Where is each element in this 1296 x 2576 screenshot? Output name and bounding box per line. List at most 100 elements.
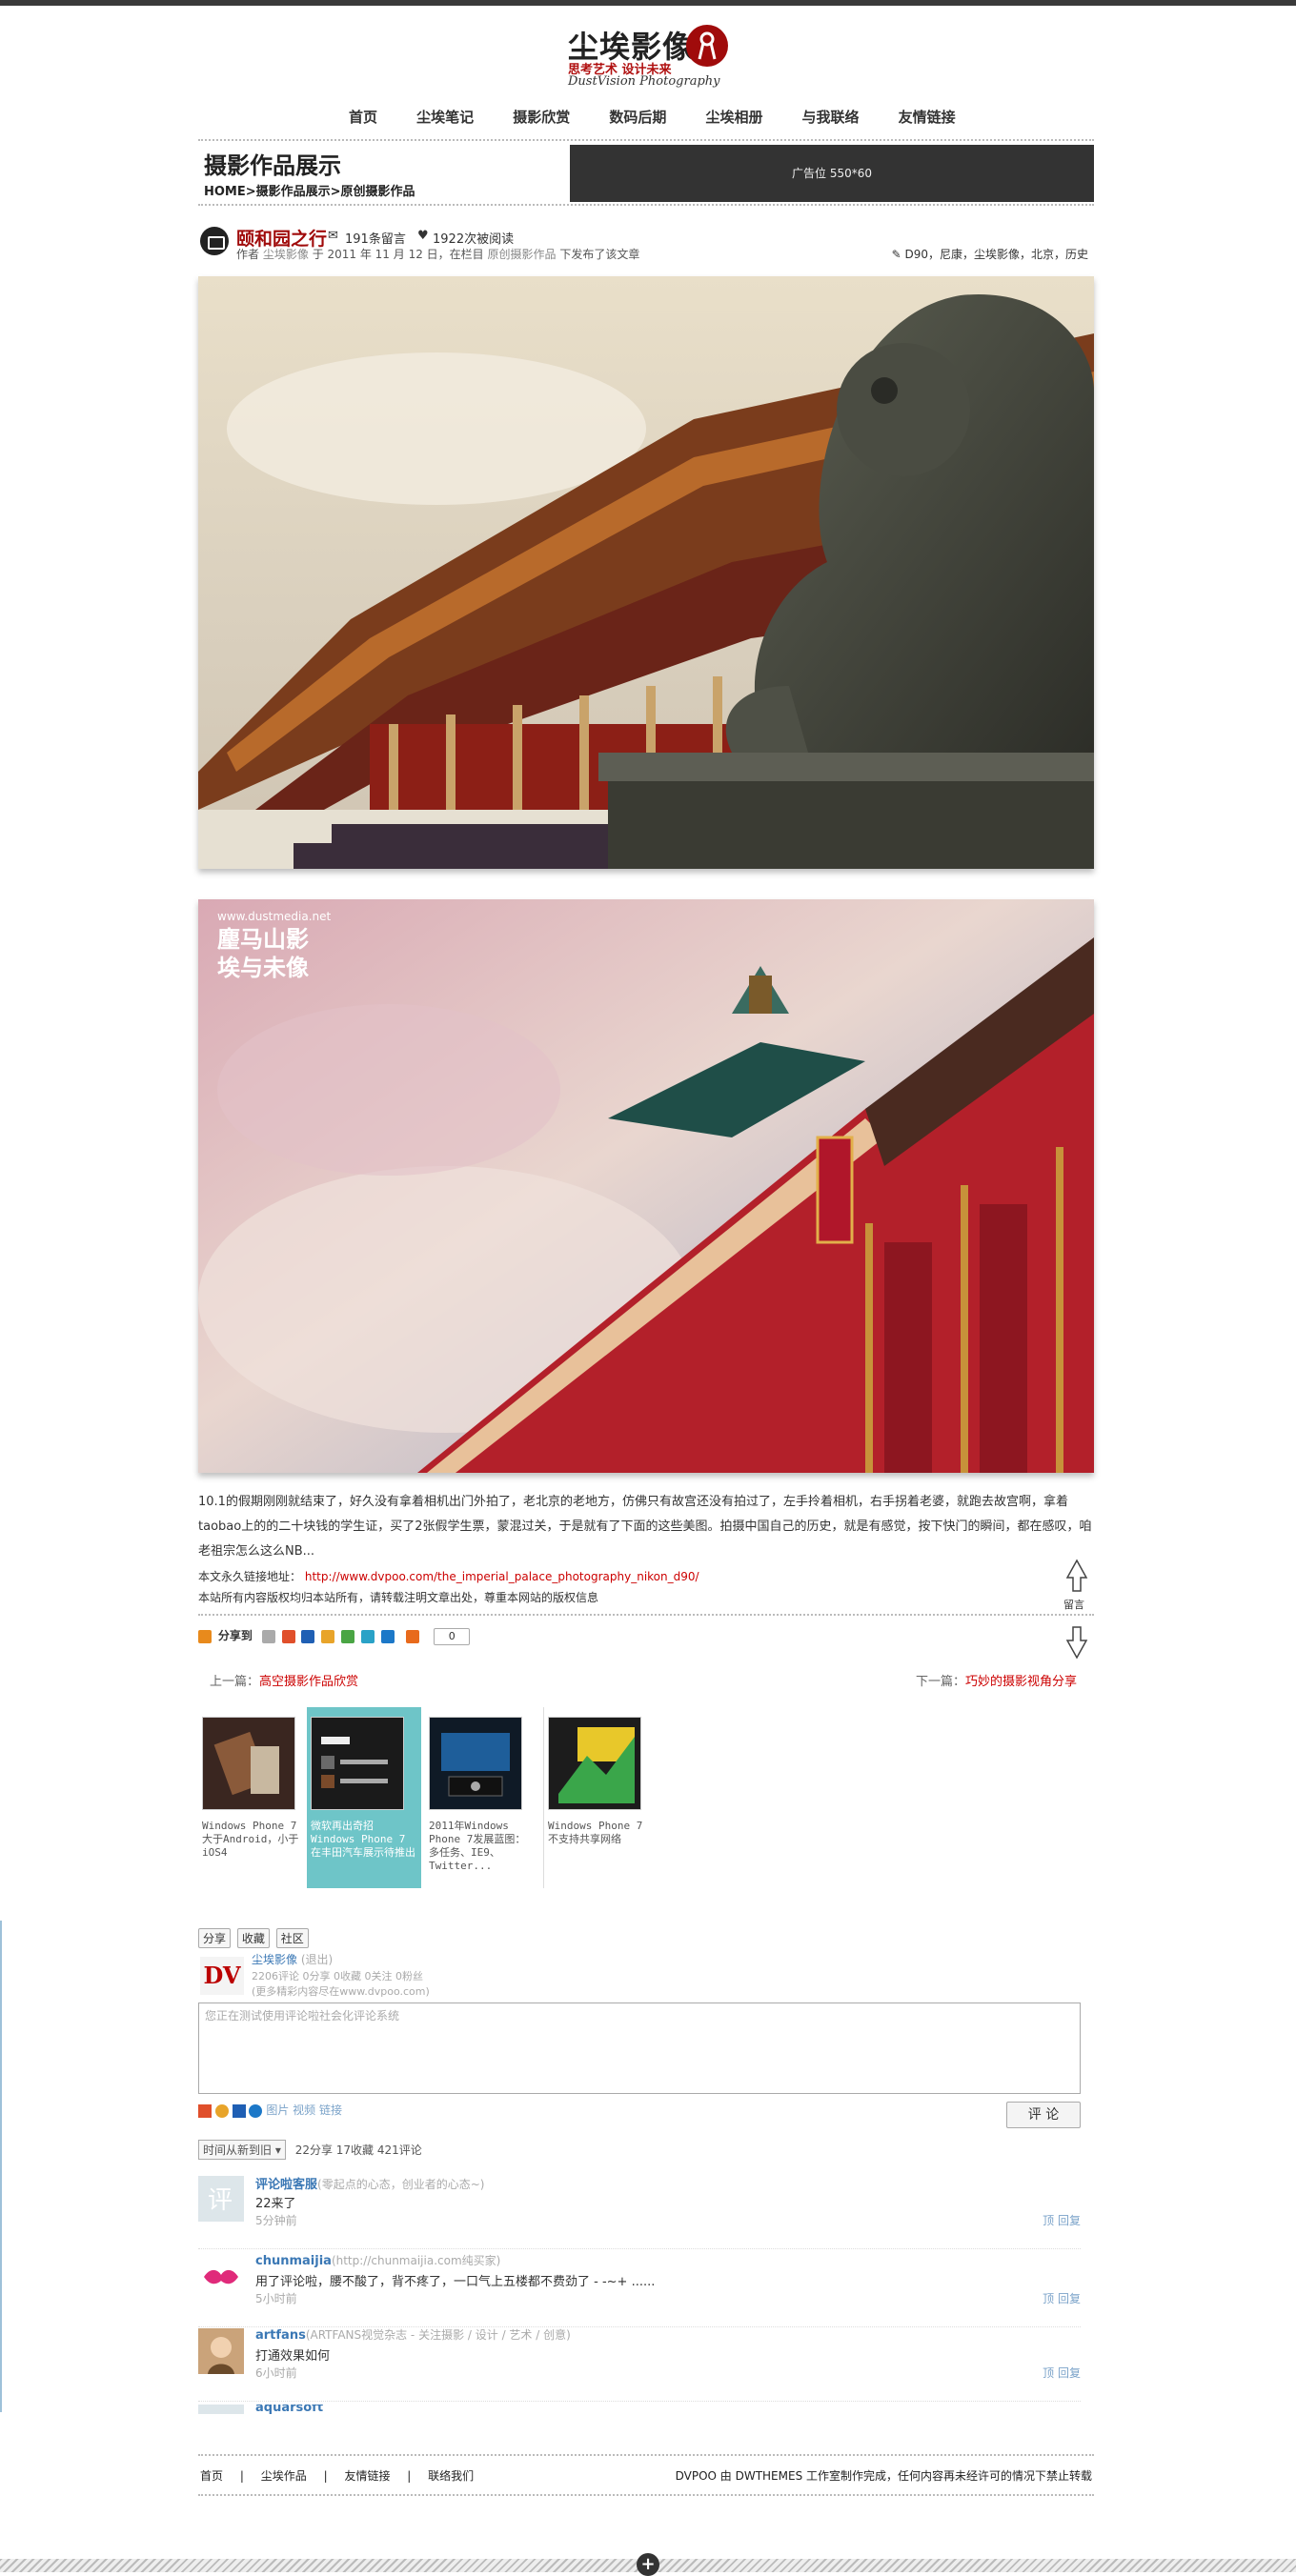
next-post[interactable]: 下一篇：巧妙的摄影视角分享 [916, 1671, 1077, 1689]
share-count: 0 [434, 1627, 471, 1645]
watermark-url: www.dustmedia.net [217, 910, 332, 923]
related-item[interactable]: Windows Phone 7 不支持共享网络 [543, 1707, 658, 1888]
douban-icon[interactable] [340, 1629, 354, 1643]
related-item[interactable]: Windows Phone 7 大于Android，小于iOS4 [198, 1707, 313, 1888]
related-posts: Windows Phone 7 大于Android，小于iOS4 微软再出奇招 … [198, 1707, 1094, 1888]
baidu-icon[interactable] [249, 2103, 263, 2118]
favorite-button[interactable]: 收藏 [236, 1928, 270, 1948]
comment-summary: 22分享 17收藏 421评论 [294, 2143, 422, 2157]
comment-author[interactable]: 评论啦客服(零起点的心态，创业者的心态~) [255, 2174, 484, 2192]
avatar[interactable] [198, 2405, 244, 2414]
rss-icon[interactable] [198, 1629, 212, 1643]
author-tagline: (零起点的心态，创业者的心态~) [317, 2178, 485, 2191]
ad-banner[interactable]: 广告位 550*60 [570, 145, 1094, 202]
user-stats: 2206评论 0分享 0收藏 0关注 0粉丝 [252, 1970, 423, 1982]
comment-count[interactable]: 191条留言 [345, 229, 406, 247]
renren-icon[interactable] [232, 2103, 246, 2118]
sort-select[interactable]: 时间从新到旧 ▾ [198, 2140, 286, 2160]
nav-contact[interactable]: 与我联络 [802, 107, 860, 127]
renren-icon[interactable] [301, 1629, 315, 1643]
nav-links[interactable]: 友情链接 [899, 107, 956, 127]
divider [198, 1614, 1094, 1616]
author-name[interactable]: aquarsoft [255, 2405, 323, 2414]
avatar[interactable]: DV [200, 1957, 244, 1995]
related-thumb [202, 1717, 295, 1810]
expand-plus-icon[interactable]: + [637, 2553, 659, 2576]
weibo-icon[interactable] [281, 1629, 295, 1643]
comment-item: 评 评论啦客服(零起点的心态，创业者的心态~) 22来了 5分钟前 顶 回复 [198, 2176, 1081, 2249]
divider [198, 139, 1094, 141]
sort-bar: 时间从新到旧 ▾ 22分享 17收藏 421评论 [198, 2140, 422, 2160]
heart-icon: ♥ [417, 229, 429, 243]
nav-notes[interactable]: 尘埃笔记 [416, 107, 474, 127]
author-name[interactable]: chunmaijia [255, 2254, 332, 2268]
comment-actions[interactable]: 顶 回复 [1043, 2290, 1081, 2306]
related-caption: Windows Phone 7 不支持共享网络 [548, 1820, 643, 1845]
prev-post[interactable]: 上一篇：高空摄影作品欣赏 [210, 1671, 358, 1689]
tag-list[interactable]: D90，尼康，尘埃影像，北京，历史 [904, 248, 1088, 261]
comment-input[interactable]: 您正在测试使用评论啦社会化评论系统 [198, 2002, 1081, 2094]
breadcrumb[interactable]: HOME>摄影作品展示>原创摄影作品 [204, 181, 415, 199]
share-button[interactable]: 分享 [198, 1928, 232, 1948]
related-item-active[interactable]: 微软再出奇招 Windows Phone 7 在丰田汽车展示待推出 [307, 1707, 421, 1888]
comment-author[interactable]: aquarsoft [255, 2405, 323, 2414]
related-thumb [429, 1717, 522, 1810]
attach-links[interactable]: 图片 视频 链接 [266, 2103, 342, 2117]
post-date: 于 2011 年 11 月 12 日，在栏目 [312, 248, 484, 261]
kaixin-icon[interactable] [321, 1629, 335, 1643]
article-body: 10.1的假期刚刚就结束了，好久没有拿着相机出门外拍了，老北京的老地方，仿佛只有… [198, 1495, 1092, 1559]
nav-home[interactable]: 首页 [349, 107, 377, 127]
community-button[interactable]: 社区 [275, 1928, 309, 1948]
comment-text: 用了评论啦，腰不酸了，背不疼了，一口气上五楼都不费劲了 - -~+ ...... [255, 2275, 656, 2289]
byline: 作者 尘埃影像 于 2011 年 11 月 12 日，在栏目 原创摄影作品 下发… [236, 246, 639, 262]
logout-link[interactable]: (退出) [301, 1953, 333, 1966]
author-name[interactable]: 评论啦客服 [255, 2178, 317, 2192]
comment-text: 22来了 [255, 2197, 296, 2211]
photo-red-wall[interactable]: www.dustmedia.net 麈马山影 埃与未像 [198, 899, 1094, 1473]
nav-album[interactable]: 尘埃相册 [705, 107, 762, 127]
baidu-icon[interactable] [380, 1629, 395, 1643]
footer-sep: | [407, 2469, 412, 2483]
footer-link-contact[interactable]: 联络我们 [428, 2469, 474, 2483]
qq-icon[interactable] [214, 2103, 229, 2118]
comment-author[interactable]: chunmaijia(http://chunmaijia.com纯买家) [255, 2252, 500, 2268]
photo-palace-lion[interactable] [198, 276, 1094, 869]
comment-author[interactable]: artfans(ARTFANS视觉杂志 - 关注摄影 / 设计 / 艺术 / 创… [255, 2326, 571, 2343]
nav-appreciation[interactable]: 摄影欣赏 [513, 107, 570, 127]
related-caption: Windows Phone 7 大于Android，小于iOS4 [202, 1820, 299, 1859]
footer-link-home[interactable]: 首页 [200, 2469, 223, 2483]
footer-link-friends[interactable]: 友情链接 [344, 2469, 390, 2483]
nav-postprocessing[interactable]: 数码后期 [609, 107, 666, 127]
sort-value: 时间从新到旧 [203, 2143, 273, 2157]
read-count: 1922次被阅读 [433, 232, 515, 247]
next-title[interactable]: 巧妙的摄影视角分享 [965, 1675, 1077, 1689]
comment-actions[interactable]: 顶 回复 [1043, 2212, 1081, 2228]
comment-item: artfans(ARTFANS视觉杂志 - 关注摄影 / 设计 / 艺术 / 创… [198, 2328, 1081, 2402]
watermark-line2: 埃与未像 [217, 955, 310, 981]
top-border [0, 0, 1296, 6]
avatar[interactable] [198, 2328, 244, 2374]
user-site: (更多精彩内容尽在www.dvpoo.com) [252, 1985, 430, 1998]
qzone-icon[interactable] [261, 1629, 275, 1643]
prev-title[interactable]: 高空摄影作品欣赏 [259, 1675, 358, 1689]
tencent-icon[interactable] [360, 1629, 375, 1643]
svg-text:评: 评 [208, 2186, 233, 2215]
footer-link-works[interactable]: 尘埃作品 [261, 2469, 307, 2483]
author-name[interactable]: artfans [255, 2328, 306, 2343]
permalink-url[interactable]: http://www.dvpoo.com/the_imperial_palace… [305, 1570, 699, 1583]
share-bar: 分享到 0 [198, 1627, 1094, 1650]
comment-item: chunmaijia(http://chunmaijia.com纯买家) 用了评… [198, 2254, 1081, 2327]
page-header: 摄影作品展示 HOME>摄影作品展示>原创摄影作品 广告位 550*60 [198, 145, 1094, 204]
avatar[interactable] [198, 2254, 244, 2300]
site-logo[interactable]: 尘埃影像 思考艺术 设计未来 DustVision Photography [564, 23, 736, 91]
avatar[interactable]: 评 [198, 2176, 244, 2222]
user-name[interactable]: 尘埃影像 [252, 1953, 297, 1966]
more-share-icon[interactable] [406, 1629, 420, 1643]
category-link[interactable]: 原创摄影作品 [487, 248, 556, 261]
comment-actions[interactable]: 顶 回复 [1043, 2365, 1081, 2381]
related-item[interactable]: 2011年Windows Phone 7发展蓝图：多任务、IE9、Twitter… [425, 1707, 539, 1888]
submit-comment-button[interactable]: 评 论 [1006, 2102, 1081, 2128]
author-link[interactable]: 尘埃影像 [263, 248, 309, 261]
weibo-icon[interactable] [198, 2103, 212, 2118]
side-comment-label[interactable]: 留言 [1063, 1597, 1084, 1612]
